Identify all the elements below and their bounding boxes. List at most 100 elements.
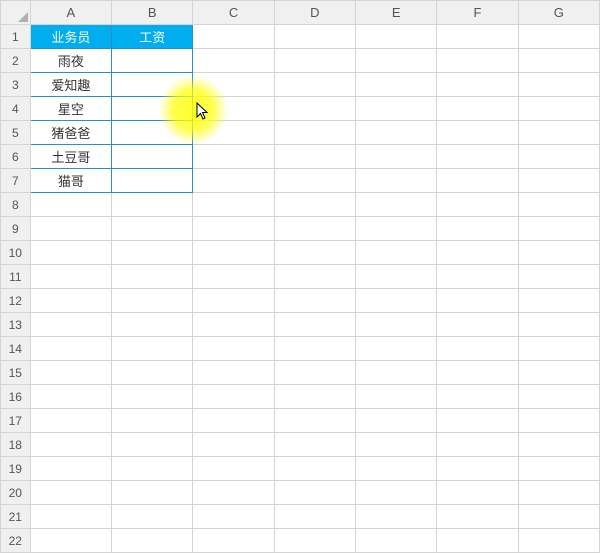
cell-D16[interactable] (274, 385, 355, 409)
cell-A18[interactable] (30, 433, 111, 457)
cell-A12[interactable] (30, 289, 111, 313)
cell-D8[interactable] (274, 193, 355, 217)
cell-A8[interactable] (30, 193, 111, 217)
cell-A10[interactable] (30, 241, 111, 265)
cell-D19[interactable] (274, 457, 355, 481)
cell-C8[interactable] (193, 193, 274, 217)
cell-F4[interactable] (437, 97, 518, 121)
cell-G6[interactable] (518, 145, 599, 169)
cell-E16[interactable] (356, 385, 437, 409)
cell-A20[interactable] (30, 481, 111, 505)
select-all-corner[interactable] (1, 1, 31, 25)
cell-F19[interactable] (437, 457, 518, 481)
cell-E14[interactable] (356, 337, 437, 361)
row-header-9[interactable]: 9 (1, 217, 31, 241)
cell-C16[interactable] (193, 385, 274, 409)
cell-D2[interactable] (274, 49, 355, 73)
cell-G17[interactable] (518, 409, 599, 433)
cell-G5[interactable] (518, 121, 599, 145)
col-header-G[interactable]: G (518, 1, 599, 25)
cell-B14[interactable] (112, 337, 193, 361)
cell-B18[interactable] (112, 433, 193, 457)
cell-E6[interactable] (356, 145, 437, 169)
cell-G15[interactable] (518, 361, 599, 385)
cell-A13[interactable] (30, 313, 111, 337)
col-header-E[interactable]: E (356, 1, 437, 25)
cell-G14[interactable] (518, 337, 599, 361)
cell-F16[interactable] (437, 385, 518, 409)
cell-E5[interactable] (356, 121, 437, 145)
cell-F20[interactable] (437, 481, 518, 505)
cell-F18[interactable] (437, 433, 518, 457)
cell-E21[interactable] (356, 505, 437, 529)
cell-A22[interactable] (30, 529, 111, 553)
row-header-14[interactable]: 14 (1, 337, 31, 361)
cell-E22[interactable] (356, 529, 437, 553)
col-header-A[interactable]: A (30, 1, 111, 25)
row-header-10[interactable]: 10 (1, 241, 31, 265)
cell-D14[interactable] (274, 337, 355, 361)
cell-C19[interactable] (193, 457, 274, 481)
cell-G19[interactable] (518, 457, 599, 481)
cell-C2[interactable] (193, 49, 274, 73)
cell-B5[interactable] (112, 121, 193, 145)
cell-F9[interactable] (437, 217, 518, 241)
row-header-11[interactable]: 11 (1, 265, 31, 289)
cell-F17[interactable] (437, 409, 518, 433)
cell-A5[interactable]: 猪爸爸 (30, 121, 111, 145)
cell-B1[interactable]: 工资 (112, 25, 193, 49)
cell-F13[interactable] (437, 313, 518, 337)
row-header-3[interactable]: 3 (1, 73, 31, 97)
cell-B8[interactable] (112, 193, 193, 217)
cell-C17[interactable] (193, 409, 274, 433)
cell-C6[interactable] (193, 145, 274, 169)
cell-D1[interactable] (274, 25, 355, 49)
row-header-2[interactable]: 2 (1, 49, 31, 73)
cell-E7[interactable] (356, 169, 437, 193)
cell-B21[interactable] (112, 505, 193, 529)
cell-B17[interactable] (112, 409, 193, 433)
cell-F21[interactable] (437, 505, 518, 529)
cell-C7[interactable] (193, 169, 274, 193)
cell-F14[interactable] (437, 337, 518, 361)
cell-C15[interactable] (193, 361, 274, 385)
cell-B4[interactable] (112, 97, 193, 121)
cell-G10[interactable] (518, 241, 599, 265)
cell-A6[interactable]: 土豆哥 (30, 145, 111, 169)
cell-E19[interactable] (356, 457, 437, 481)
cell-G22[interactable] (518, 529, 599, 553)
cell-F15[interactable] (437, 361, 518, 385)
cell-F5[interactable] (437, 121, 518, 145)
cell-E13[interactable] (356, 313, 437, 337)
cell-D3[interactable] (274, 73, 355, 97)
cell-B11[interactable] (112, 265, 193, 289)
cell-A2[interactable]: 雨夜 (30, 49, 111, 73)
cell-A21[interactable] (30, 505, 111, 529)
cell-E4[interactable] (356, 97, 437, 121)
cell-D18[interactable] (274, 433, 355, 457)
cell-B7[interactable] (112, 169, 193, 193)
cell-B3[interactable] (112, 73, 193, 97)
cell-A19[interactable] (30, 457, 111, 481)
cell-D13[interactable] (274, 313, 355, 337)
row-header-12[interactable]: 12 (1, 289, 31, 313)
row-header-19[interactable]: 19 (1, 457, 31, 481)
row-header-1[interactable]: 1 (1, 25, 31, 49)
cell-G1[interactable] (518, 25, 599, 49)
cell-D12[interactable] (274, 289, 355, 313)
row-header-6[interactable]: 6 (1, 145, 31, 169)
cell-C18[interactable] (193, 433, 274, 457)
cell-G16[interactable] (518, 385, 599, 409)
cell-C12[interactable] (193, 289, 274, 313)
cell-B2[interactable] (112, 49, 193, 73)
cell-E9[interactable] (356, 217, 437, 241)
cell-C13[interactable] (193, 313, 274, 337)
cell-G21[interactable] (518, 505, 599, 529)
cell-C9[interactable] (193, 217, 274, 241)
cell-F10[interactable] (437, 241, 518, 265)
cell-B22[interactable] (112, 529, 193, 553)
cell-D15[interactable] (274, 361, 355, 385)
cell-B20[interactable] (112, 481, 193, 505)
cell-D20[interactable] (274, 481, 355, 505)
cell-D6[interactable] (274, 145, 355, 169)
